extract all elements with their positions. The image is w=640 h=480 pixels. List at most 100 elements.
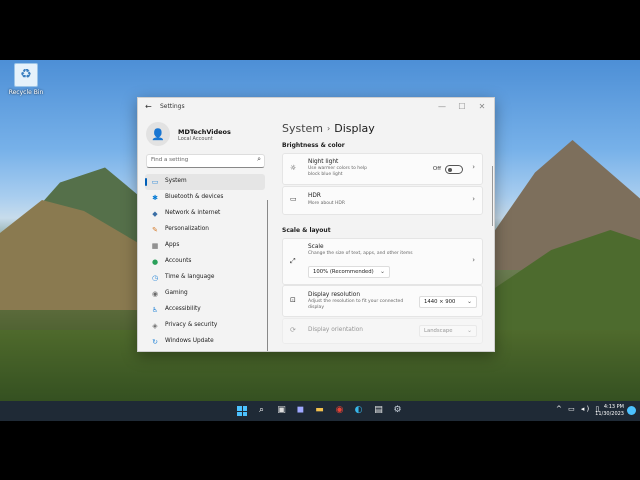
sidebar-item-time-language[interactable]: ◷ Time & language (145, 270, 265, 286)
notification-icon[interactable] (627, 406, 636, 415)
sidebar-item-label: Accounts (165, 258, 192, 264)
sidebar-item-label: Gaming (165, 290, 188, 296)
sidebar-scrollbar[interactable] (267, 200, 268, 351)
user-profile[interactable]: 👤 MDTechVideos Local Account (146, 122, 266, 148)
sidebar-item-label: Apps (165, 242, 180, 248)
windows-start-icon[interactable] (237, 406, 247, 416)
scale-dropdown[interactable]: 100% (Recommended) ⌄ (308, 266, 390, 278)
orientation-card[interactable]: ⟳ Display orientation Landscape ⌄ (282, 318, 483, 344)
sidebar-item-label: System (165, 178, 187, 184)
orientation-value: Landscape (424, 328, 453, 334)
section-heading-scale: Scale & layout (282, 227, 331, 234)
scale-description: Change the size of text, apps, and other… (308, 251, 413, 256)
chrome-icon[interactable]: ◉ (333, 404, 346, 417)
clock-time: 4:13 PM (603, 404, 624, 410)
sidebar-item-label: Bluetooth & devices (165, 194, 224, 200)
profile-name: MDTechVideos (178, 128, 231, 136)
clock-date: 11/30/2023 (595, 411, 624, 417)
chevron-down-icon: ⌄ (466, 298, 472, 305)
desktop-icon-label: Recycle Bin (8, 89, 44, 96)
chat-icon[interactable]: ◼ (294, 404, 307, 417)
nav-list: ▭ System ✱ Bluetooth & devices ◆ Network & in… (145, 174, 265, 350)
hdr-link[interactable]: More about HDR (308, 201, 418, 207)
file-explorer-icon[interactable]: ▬ (313, 404, 326, 417)
sidebar-item-label: Privacy & security (165, 322, 218, 328)
edge-icon[interactable]: ◐ (352, 404, 365, 417)
recycle-bin-icon: ♻ (14, 63, 38, 87)
resolution-value: 1440 × 900 (424, 299, 456, 305)
chevron-right-icon[interactable]: › (472, 195, 475, 203)
hdr-icon: ▭ (290, 195, 297, 203)
shield-icon: ◈ (152, 322, 158, 330)
title-bar[interactable]: ← Settings — ☐ ✕ (138, 98, 494, 116)
store-icon[interactable]: ▤ (372, 404, 385, 417)
settings-window: ← Settings — ☐ ✕ 👤 MDTechVideos Local Ac… (137, 97, 495, 352)
profile-account-type: Local Account (178, 136, 213, 142)
sidebar-item-network-internet[interactable]: ◆ Network & internet (145, 206, 265, 222)
sidebar-item-accessibility[interactable]: ♿ Accessibility (145, 302, 265, 318)
section-heading-brightness: Brightness & color (282, 142, 345, 149)
night-light-toggle[interactable] (445, 165, 463, 174)
settings-gear-icon[interactable]: ⚙ (391, 404, 404, 417)
clock[interactable]: 4:13 PM 11/30/2023 (595, 404, 624, 418)
update-icon: ↻ (152, 338, 158, 346)
maximize-button[interactable]: ☐ (451, 101, 473, 113)
back-arrow-icon[interactable]: ← (145, 102, 152, 111)
page-title: Display (334, 122, 375, 135)
sidebar-item-label: Windows Update (165, 338, 214, 344)
search-icon: ⌕ (257, 155, 261, 163)
sidebar-item-label: Accessibility (165, 306, 201, 312)
sidebar-item-privacy-security[interactable]: ◈ Privacy & security (145, 318, 265, 334)
resolution-description: Adjust the resolution to fit your connec… (308, 299, 404, 310)
hdr-title: HDR (308, 193, 321, 199)
main-scrollbar[interactable] (491, 166, 493, 226)
resolution-title: Display resolution (308, 292, 360, 298)
night-light-toggle-label: Off (432, 166, 441, 172)
breadcrumb-system[interactable]: System (282, 122, 323, 135)
clock-icon: ◷ (151, 274, 159, 282)
task-view-icon[interactable]: ▣ (275, 404, 288, 417)
sidebar-item-label: Network & internet (165, 210, 221, 216)
desktop-icon-recycle-bin[interactable]: ♻ Recycle Bin (6, 63, 46, 96)
sidebar-item-windows-update[interactable]: ↻ Windows Update (145, 334, 265, 350)
close-button[interactable]: ✕ (471, 101, 493, 113)
hdr-card[interactable]: ▭ HDR More about HDR › (282, 186, 483, 215)
search-icon[interactable]: ⌕ (255, 404, 268, 417)
resolution-dropdown[interactable]: 1440 × 900 ⌄ (419, 296, 477, 308)
search-input[interactable]: Find a setting ⌕ (146, 154, 265, 168)
orientation-dropdown[interactable]: Landscape ⌄ (419, 325, 477, 337)
minimize-button[interactable]: — (431, 101, 453, 113)
accounts-icon: ● (151, 258, 159, 266)
night-light-card[interactable]: ☼ Night light Use warmer colors to help … (282, 153, 483, 185)
sidebar-item-system[interactable]: ▭ System (145, 174, 265, 190)
window-title: Settings (160, 103, 185, 110)
sidebar: 👤 MDTechVideos Local Account Find a sett… (138, 116, 271, 351)
user-icon: 👤 (146, 122, 170, 146)
sidebar-item-personalization[interactable]: ✎ Personalization (145, 222, 265, 238)
breadcrumb-separator: › (327, 124, 331, 133)
sidebar-item-label: Time & language (165, 274, 215, 280)
chevron-right-icon[interactable]: › (472, 256, 475, 264)
sidebar-item-apps[interactable]: ▦ Apps (145, 238, 265, 254)
search-placeholder: Find a setting (151, 157, 189, 163)
sidebar-item-gaming[interactable]: ◉ Gaming (145, 286, 265, 302)
sidebar-item-accounts[interactable]: ● Accounts (145, 254, 265, 270)
scale-icon: ⤢ (290, 257, 296, 265)
scale-card[interactable]: ⤢ Scale Change the size of text, apps, a… (282, 238, 483, 285)
chevron-down-icon: ⌄ (379, 268, 385, 275)
sun-icon: ☼ (290, 164, 297, 172)
chevron-right-icon[interactable]: › (472, 163, 475, 171)
wifi-icon: ◆ (152, 210, 158, 218)
main-panel: System › Display Brightness & color ☼ Nigh… (281, 116, 494, 351)
gamepad-icon: ◉ (151, 290, 159, 298)
orientation-icon: ⟳ (290, 326, 296, 334)
sidebar-item-bluetooth-devices[interactable]: ✱ Bluetooth & devices (145, 190, 265, 206)
taskbar: ⌕ ▣ ◼ ▬ ◉ ◐ ▤ ⚙ ^ ▭ ◂) ▯ 4:13 PM 11/30/2… (0, 401, 640, 421)
resolution-card[interactable]: ⊡ Display resolution Adjust the resoluti… (282, 285, 483, 317)
scale-title: Scale (308, 244, 324, 250)
resolution-icon: ⊡ (290, 296, 296, 304)
night-light-description: Use warmer colors to help block blue lig… (308, 166, 368, 177)
sidebar-item-label: Personalization (165, 226, 209, 232)
breadcrumb: System › Display (282, 122, 375, 135)
brush-icon: ✎ (152, 226, 158, 234)
